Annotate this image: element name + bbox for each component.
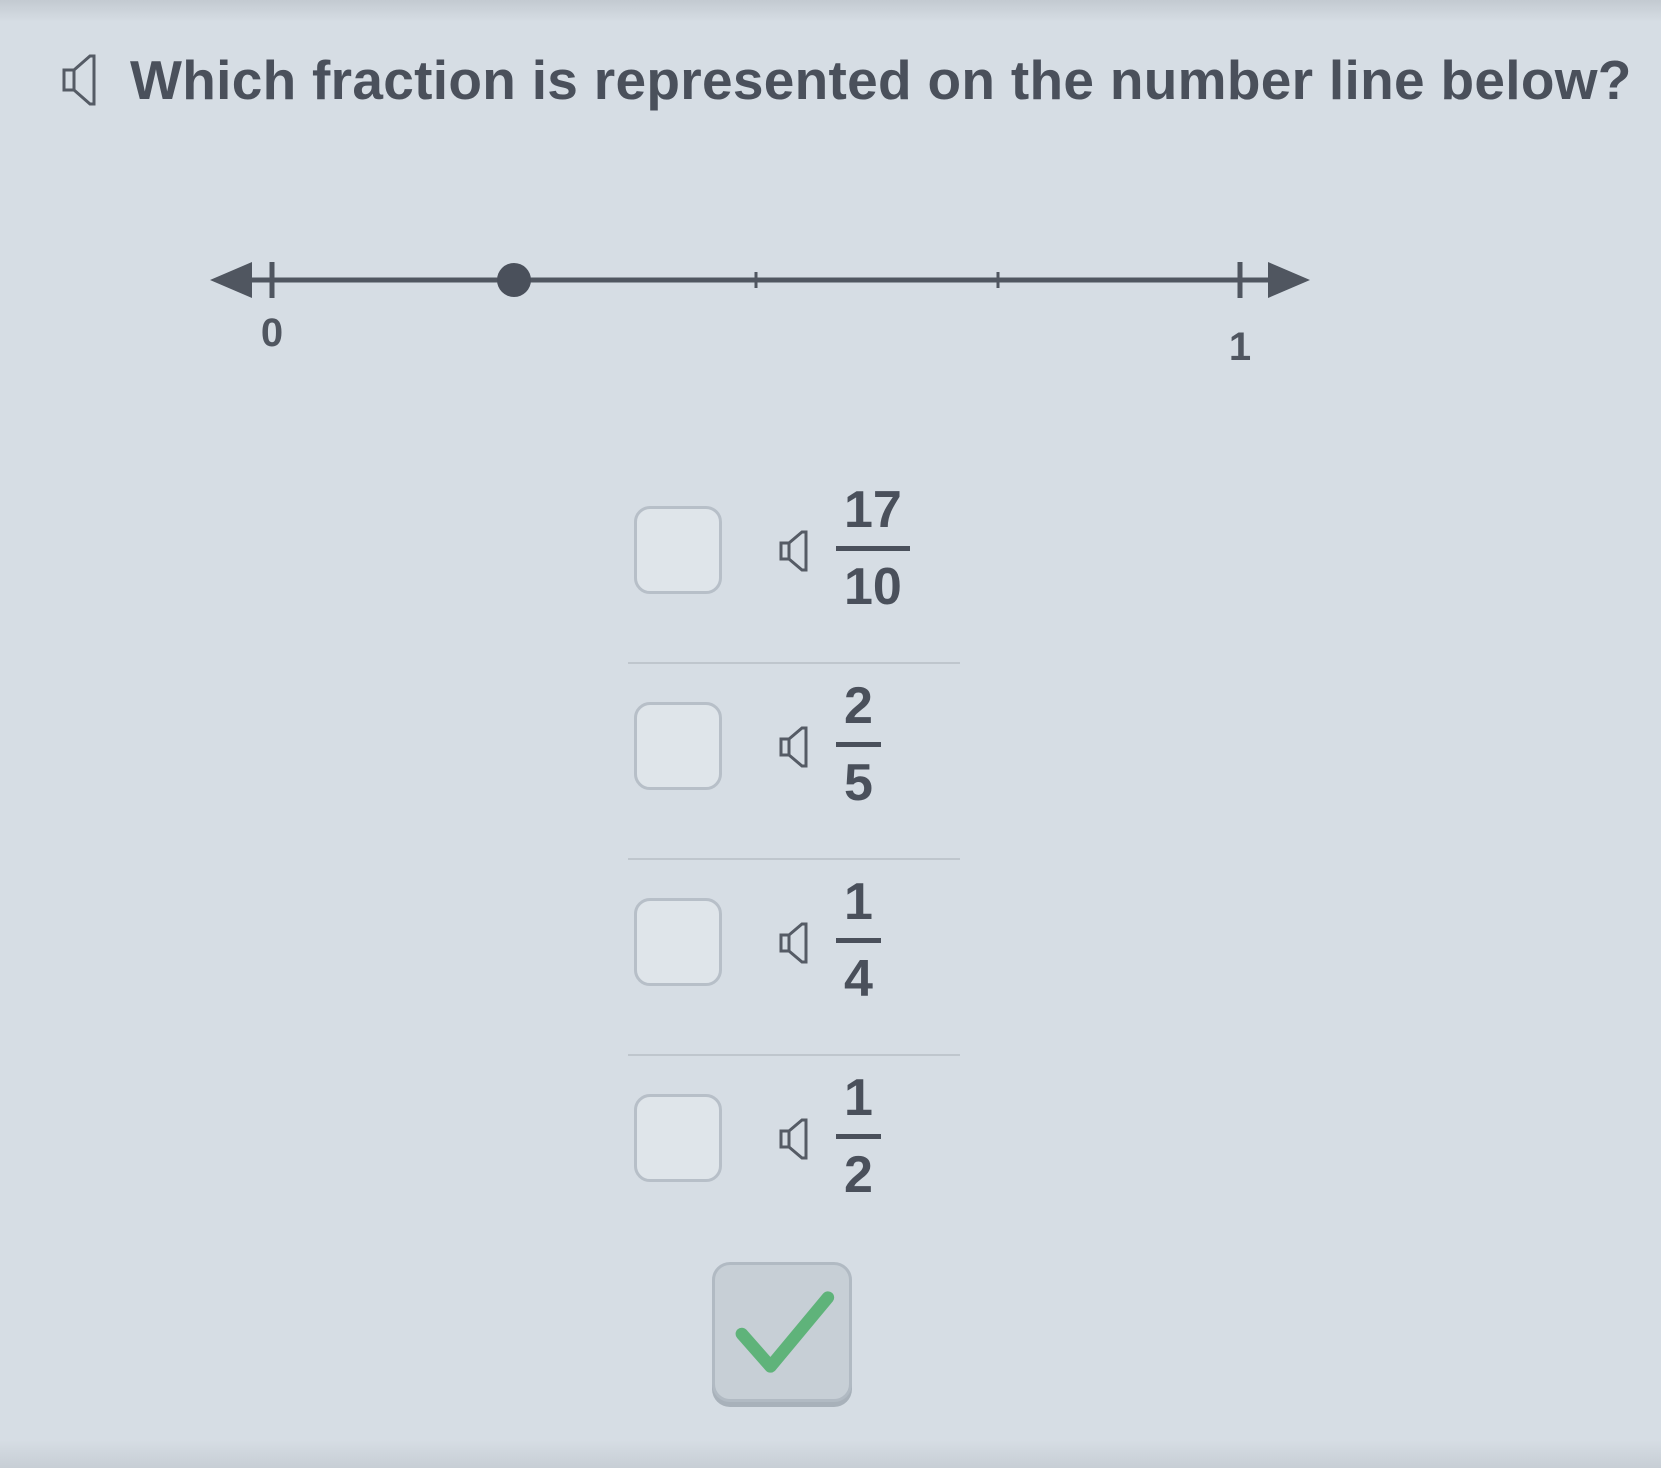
fraction-denominator: 2 — [844, 1146, 873, 1204]
option-fraction: 17 10 — [836, 478, 910, 617]
option-fraction: 1 2 — [836, 1066, 881, 1205]
fraction-bar — [836, 1134, 881, 1139]
answer-option[interactable]: 1 4 — [620, 860, 960, 1056]
number-line-label-start: 0 — [261, 311, 283, 355]
number-line: 0 1 — [210, 248, 1400, 388]
fraction-numerator: 1 — [844, 873, 873, 931]
fraction-bar — [836, 938, 881, 943]
left-arrow-icon — [210, 262, 252, 298]
question-header: Which fraction is represented on the num… — [60, 40, 1632, 120]
fraction-numerator: 1 — [844, 1069, 873, 1127]
submit-check-button[interactable] — [712, 1262, 852, 1402]
speaker-icon[interactable] — [778, 724, 818, 770]
speaker-icon[interactable] — [778, 528, 818, 574]
right-arrow-icon — [1268, 262, 1310, 298]
number-line-graphic: 0 1 — [210, 262, 1310, 369]
fraction-denominator: 10 — [844, 558, 902, 616]
option-checkbox[interactable] — [634, 1094, 722, 1182]
option-fraction: 1 4 — [836, 870, 881, 1009]
speaker-icon[interactable] — [60, 50, 108, 110]
answer-option[interactable]: 2 5 — [620, 664, 960, 860]
speaker-icon[interactable] — [778, 920, 818, 966]
speaker-icon[interactable] — [778, 1116, 818, 1162]
option-fraction: 2 5 — [836, 674, 881, 813]
number-line-label-end: 1 — [1229, 325, 1251, 369]
answer-option[interactable]: 1 2 — [620, 1056, 960, 1252]
fraction-numerator: 2 — [844, 677, 873, 735]
option-checkbox[interactable] — [634, 506, 722, 594]
checkmark-icon — [735, 1291, 835, 1373]
screen-top-edge — [0, 0, 1661, 22]
fraction-numerator: 17 — [844, 481, 902, 539]
screen-bottom-edge — [0, 1440, 1661, 1468]
fraction-bar — [836, 742, 881, 747]
fraction-bar — [836, 546, 910, 551]
option-checkbox[interactable] — [634, 702, 722, 790]
answer-option[interactable]: 17 10 — [620, 468, 960, 664]
answer-options: 17 10 2 5 1 4 1 2 — [620, 468, 960, 1252]
option-checkbox[interactable] — [634, 898, 722, 986]
fraction-denominator: 4 — [844, 950, 873, 1008]
question-text: Which fraction is represented on the num… — [130, 49, 1632, 111]
number-line-point — [497, 263, 531, 297]
fraction-denominator: 5 — [844, 754, 873, 812]
